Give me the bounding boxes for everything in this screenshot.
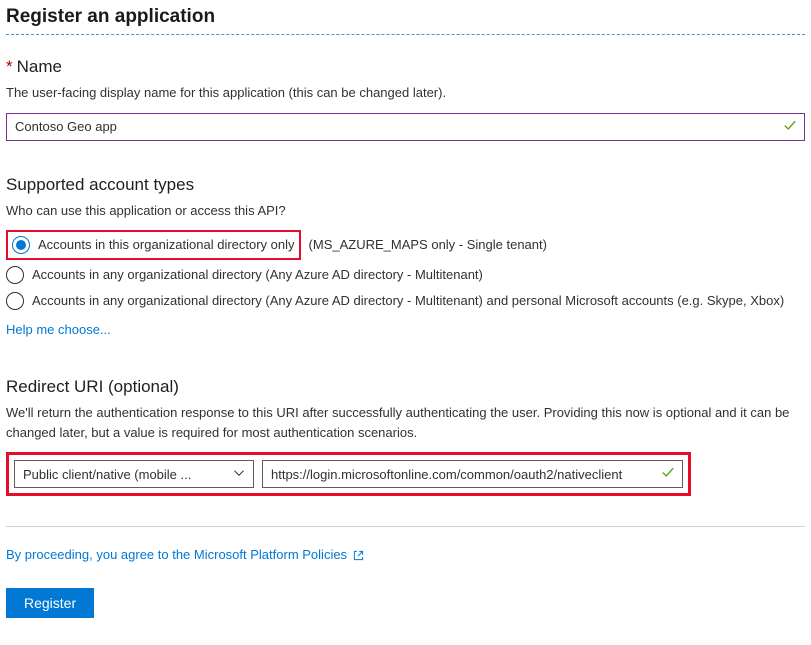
name-heading: *Name	[6, 57, 805, 77]
chevron-down-icon	[233, 467, 245, 482]
account-types-radio-group: Accounts in this organizational director…	[6, 230, 805, 312]
page-title: Register an application	[6, 6, 805, 28]
highlight-box-redirect: Public client/native (mobile ...	[6, 452, 691, 496]
radio-label: Accounts in any organizational directory…	[32, 264, 483, 286]
radio-label-suffix: (MS_AZURE_MAPS only - Single tenant)	[309, 234, 547, 256]
dropdown-selected-text: Public client/native (mobile ...	[23, 467, 233, 482]
redirect-helper: We'll return the authentication response…	[6, 403, 805, 442]
platform-policies-link[interactable]: Microsoft Platform Policies	[194, 547, 347, 562]
radio-label: Accounts in this organizational director…	[38, 234, 295, 256]
footer-divider	[6, 526, 805, 527]
external-link-icon	[353, 549, 364, 564]
help-me-choose-link[interactable]: Help me choose...	[6, 322, 111, 337]
radio-icon	[12, 236, 30, 254]
required-star: *	[6, 57, 13, 76]
redirect-heading: Redirect URI (optional)	[6, 377, 805, 397]
policy-row: By proceeding, you agree to the Microsof…	[6, 547, 805, 564]
account-type-option-2[interactable]: Accounts in any organizational directory…	[6, 290, 805, 312]
redirect-uri-input[interactable]	[262, 460, 683, 488]
highlight-box-selected-option: Accounts in this organizational director…	[6, 230, 301, 260]
radio-icon	[6, 292, 24, 310]
app-name-input[interactable]	[6, 113, 805, 141]
account-types-heading: Supported account types	[6, 175, 805, 195]
account-types-question: Who can use this application or access t…	[6, 201, 805, 221]
account-type-option-0[interactable]: Accounts in this organizational director…	[6, 230, 805, 260]
radio-label: Accounts in any organizational directory…	[32, 290, 784, 312]
header-divider	[6, 34, 805, 35]
radio-icon	[6, 266, 24, 284]
account-type-option-1[interactable]: Accounts in any organizational directory…	[6, 264, 805, 286]
redirect-type-dropdown[interactable]: Public client/native (mobile ...	[14, 460, 254, 488]
name-label: Name	[17, 57, 62, 76]
register-button[interactable]: Register	[6, 588, 94, 618]
name-helper: The user-facing display name for this ap…	[6, 83, 805, 103]
policy-prefix: By proceeding, you agree to the	[6, 547, 194, 562]
